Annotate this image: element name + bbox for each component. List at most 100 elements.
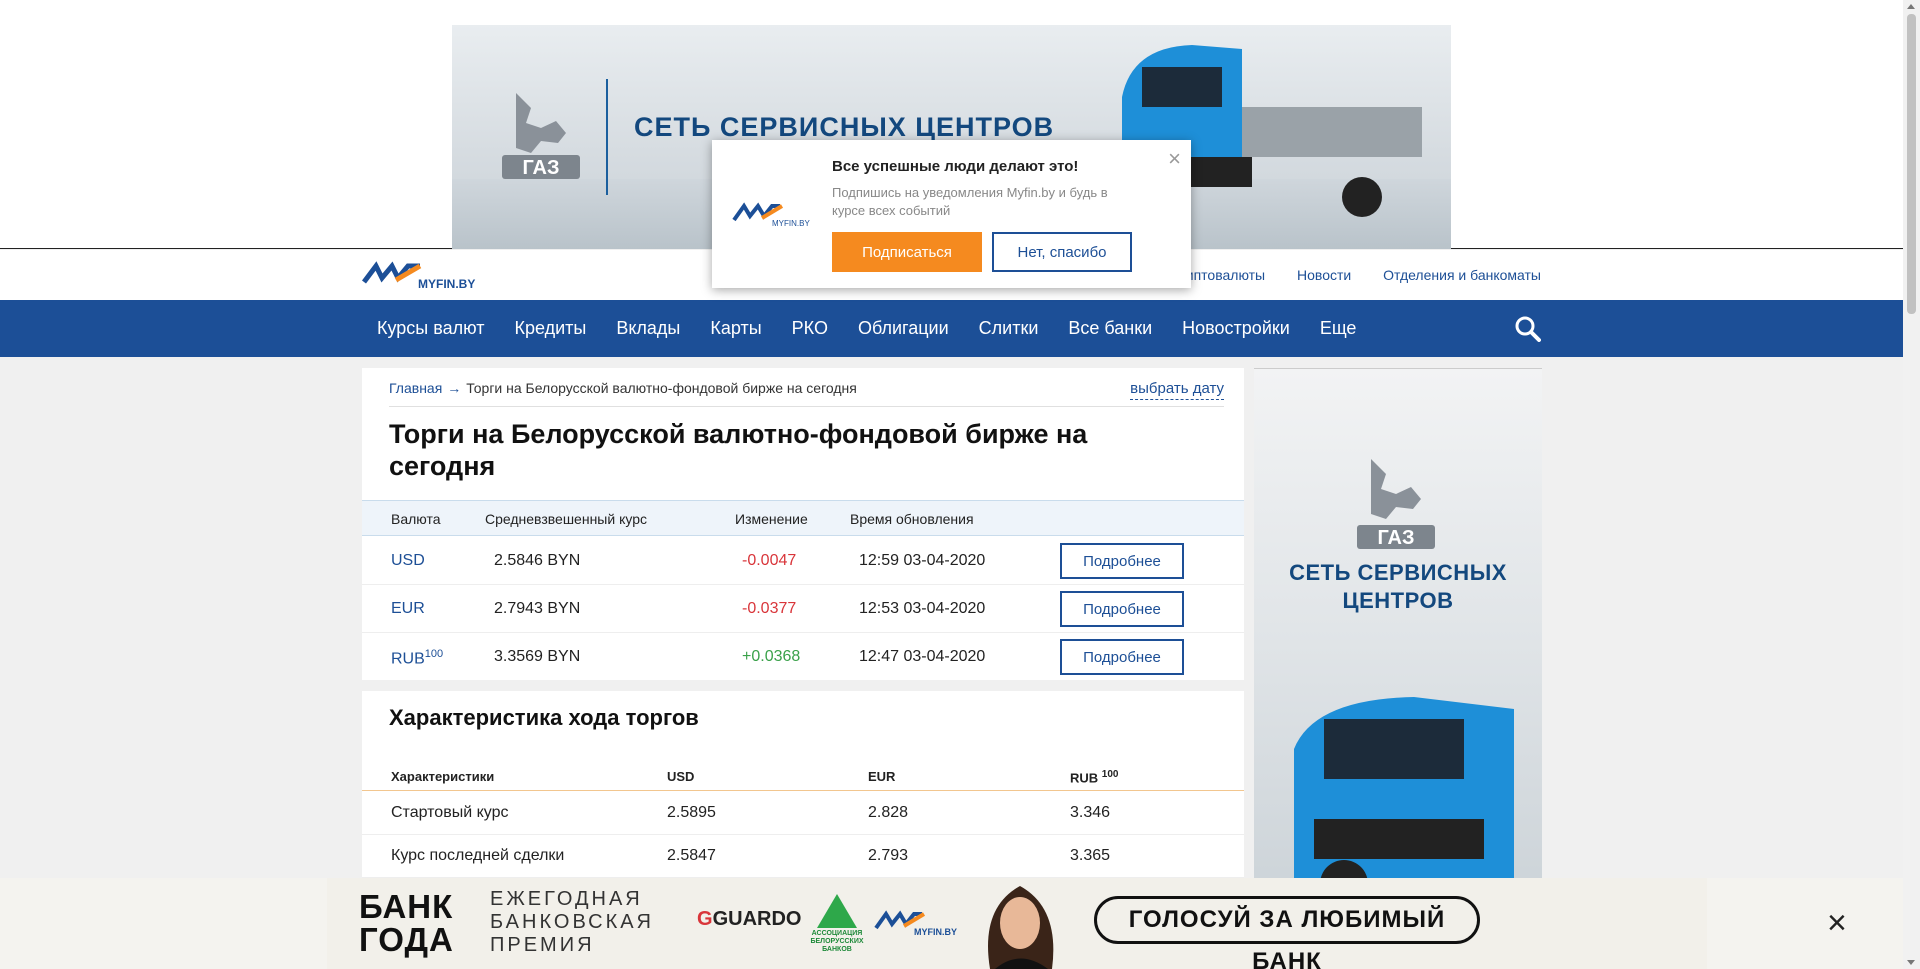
currency-link[interactable]: RUB100 — [391, 648, 443, 668]
nav-item-rko[interactable]: РКО — [777, 300, 843, 357]
characteristics-card: Характеристика хода торгов Характеристик… — [362, 691, 1244, 891]
change-value: -0.0047 — [742, 552, 797, 569]
details-button[interactable]: Подробнее — [1060, 591, 1184, 627]
site-logo[interactable]: MYFIN.BY — [362, 260, 492, 292]
nav-item-deposits[interactable]: Вклады — [601, 300, 695, 357]
main-nav: Курсы валют Кредиты Вклады Карты РКО Обл… — [0, 300, 1903, 357]
col-rate: Средневзвешенный курс — [485, 511, 647, 527]
nav-item-credits[interactable]: Кредиты — [499, 300, 601, 357]
details-button[interactable]: Подробнее — [1060, 543, 1184, 579]
nav-item-rates[interactable]: Курсы валют — [362, 300, 499, 357]
decline-button[interactable]: Нет, спасибо — [992, 232, 1132, 272]
top-ad-brand: ГАЗ — [522, 157, 559, 179]
col-rub-sup: 100 — [1101, 769, 1119, 780]
table-row: USD 2.5846 BYN -0.0047 12:59 03-04-2020 … — [362, 537, 1244, 585]
nav-item-banks[interactable]: Все банки — [1053, 300, 1167, 357]
header-link-news[interactable]: Новости — [1297, 267, 1351, 283]
subscribe-popup: MYFIN.BY Все успешные люди делают это! П… — [712, 140, 1191, 288]
page-title: Торги на Белорусской валютно-фондовой би… — [389, 419, 1088, 481]
vote-button[interactable]: ГОЛОСУЙ ЗА ЛЮБИМЫЙ БАНК — [1094, 896, 1480, 969]
truck-image-icon — [1294, 697, 1514, 888]
col-rub: RUB 100 — [1070, 769, 1118, 785]
subscribe-button[interactable]: Подписаться — [832, 232, 982, 272]
assoc-line1: АССОЦИАЦИЯ — [811, 930, 863, 937]
premium-line2: БАНКОВСКАЯ — [490, 911, 655, 933]
characteristics-title: Характеристика хода торгов — [389, 705, 699, 730]
bb-logo-text: MYFIN.BY — [914, 927, 957, 937]
top-ad-title: СЕТЬ СЕРВИСНЫХ ЦЕНТРОВ — [634, 112, 1055, 142]
char-eur: 2.793 — [868, 847, 909, 864]
scroll-up-icon[interactable] — [1907, 4, 1915, 9]
bank-line1: БАНК — [359, 888, 454, 925]
popup-logo-text: MYFIN.BY — [772, 219, 810, 228]
header-link-branches[interactable]: Отделения и банкоматы — [1383, 267, 1541, 283]
update-time: 12:47 03-04-2020 — [859, 648, 986, 665]
update-time: 12:53 03-04-2020 — [859, 600, 986, 617]
search-icon[interactable] — [1515, 316, 1541, 342]
currency-sup: 100 — [424, 648, 444, 660]
nav-item-bonds[interactable]: Облигации — [843, 300, 964, 357]
close-icon[interactable]: × — [1168, 146, 1181, 172]
pick-date-link[interactable]: выбрать дату — [1130, 380, 1224, 400]
col-change: Изменение — [735, 511, 808, 527]
table-row: Курс последней сделки 2.5847 2.793 3.365 — [362, 835, 1244, 878]
col-time: Время обновления — [850, 511, 974, 527]
bank-of-year-ad[interactable]: БАНК ГОДА ЕЖЕГОДНАЯ БАНКОВСКАЯ ПРЕМИЯ GG… — [327, 878, 1847, 969]
scrollbar-thumb[interactable] — [1907, 14, 1916, 314]
side-ad-brand: ГАЗ — [1377, 527, 1414, 549]
scrollbar[interactable] — [1903, 0, 1920, 969]
myfin-logo-icon: MYFIN.BY — [874, 910, 957, 937]
ad-divider — [606, 79, 608, 195]
side-ad-title-line1: СЕТЬ СЕРВИСНЫХ — [1289, 560, 1507, 585]
side-ad[interactable]: ГАЗ СЕТЬ СЕРВИСНЫХ ЦЕНТРОВ — [1254, 368, 1542, 888]
currency-link[interactable]: EUR — [391, 600, 425, 618]
rates-card: Главная → Торги на Белорусской валютно-фон… — [362, 368, 1244, 680]
table-row: EUR 2.7943 BYN -0.0377 12:53 03-04-2020 … — [362, 585, 1244, 633]
premium-text: ЕЖЕГОДНАЯ БАНКОВСКАЯ ПРЕМИЯ — [490, 888, 654, 957]
char-label: Курс последней сделки — [391, 847, 565, 864]
woman-photo-icon — [988, 886, 1054, 969]
nav-item-ingots[interactable]: Слитки — [964, 300, 1054, 357]
char-usd: 2.5895 — [667, 804, 716, 821]
side-ad-title-line2: ЦЕНТРОВ — [1342, 588, 1454, 613]
guardo-g-icon: G — [697, 908, 713, 930]
currency-code: RUB — [391, 650, 425, 668]
close-icon[interactable]: × — [1827, 904, 1847, 943]
breadcrumb-home[interactable]: Главная — [389, 380, 442, 396]
char-usd: 2.5847 — [667, 847, 716, 864]
col-rub-label: RUB — [1070, 770, 1099, 786]
bank-of-year-title: БАНК ГОДА — [359, 890, 454, 956]
bottom-banner: БАНК ГОДА ЕЖЕГОДНАЯ БАНКОВСКАЯ ПРЕМИЯ GG… — [0, 878, 1903, 969]
nav-item-more[interactable]: Еще — [1305, 300, 1372, 357]
char-label: Стартовый курс — [391, 804, 509, 821]
char-rub: 3.346 — [1070, 804, 1111, 821]
col-eur: EUR — [868, 769, 896, 784]
gaz-deer-logo-icon: ГАЗ — [1357, 459, 1435, 549]
rate-value: 2.5846 BYN — [494, 552, 581, 569]
update-time: 12:59 03-04-2020 — [859, 552, 986, 569]
side-ad-title: СЕТЬ СЕРВИСНЫХ ЦЕНТРОВ — [1254, 559, 1542, 615]
currency-link[interactable]: USD — [391, 552, 425, 570]
assoc-line2: БЕЛОРУССКИХ — [810, 938, 864, 945]
divider — [389, 406, 1224, 407]
table-row: RUB100 3.3569 BYN +0.0368 12:47 03-04-20… — [362, 633, 1244, 681]
currency-code: USD — [391, 552, 425, 569]
char-rub: 3.365 — [1070, 847, 1111, 864]
assoc-line3: БАНКОВ — [822, 946, 852, 953]
nav-item-cards[interactable]: Карты — [695, 300, 776, 357]
details-button[interactable]: Подробнее — [1060, 639, 1184, 675]
logo-text: MYFIN.BY — [418, 277, 475, 291]
col-characteristic: Характеристики — [391, 769, 495, 784]
header-links: Криптовалюты Новости Отделения и банкома… — [1142, 267, 1541, 283]
nav-item-newbuilds[interactable]: Новостройки — [1167, 300, 1305, 357]
association-tree-icon — [817, 894, 857, 928]
rate-value: 3.3569 BYN — [494, 648, 581, 665]
breadcrumb: Главная → Торги на Белорусской валютно-фон… — [389, 380, 857, 396]
guardo-logo: GGUARDO — [697, 908, 801, 931]
change-value: -0.0377 — [742, 600, 797, 617]
popup-heading: Все успешные люди делают это! — [832, 158, 1079, 175]
scroll-down-icon[interactable] — [1907, 960, 1915, 965]
change-value: +0.0368 — [742, 648, 801, 665]
characteristics-header: Характеристики USD EUR RUB 100 — [362, 763, 1244, 791]
myfin-logo-icon: MYFIN.BY — [732, 202, 810, 228]
